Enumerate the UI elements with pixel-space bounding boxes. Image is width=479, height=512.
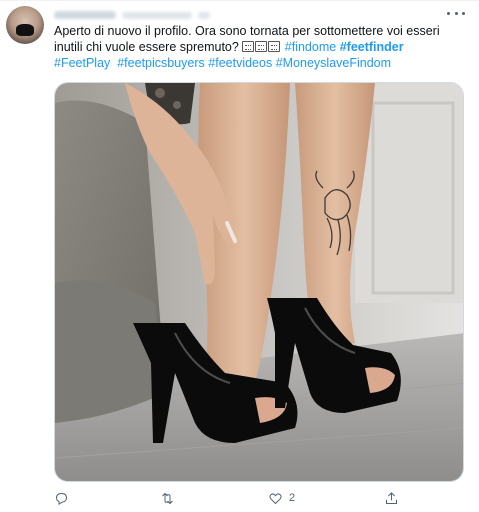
retweet-icon: [162, 492, 173, 504]
tweet-media-photo[interactable]: [54, 82, 464, 482]
tweet-actions: 2: [54, 489, 414, 507]
hashtag-link[interactable]: #feetpicsbuyers: [117, 56, 205, 70]
retweet-button[interactable]: [160, 489, 175, 507]
share-icon: [386, 491, 397, 504]
author-name-blurred[interactable]: [54, 11, 116, 19]
more-horizontal-icon[interactable]: [447, 7, 465, 19]
timestamp-blurred[interactable]: [198, 11, 210, 19]
hashtag-link[interactable]: #feetfinder: [340, 40, 404, 54]
hashtag-link[interactable]: #FeetPlay: [54, 56, 110, 70]
emoji-placeholder-icon: [255, 41, 268, 52]
hashtag-link[interactable]: #feetvideos: [208, 56, 272, 70]
like-count: 2: [289, 492, 296, 504]
reply-button[interactable]: [54, 489, 69, 507]
tweet-header: [54, 8, 210, 22]
emoji-placeholder-icon: [268, 41, 281, 52]
heart-icon: [269, 492, 282, 504]
like-button[interactable]: 2: [268, 489, 295, 507]
hashtag-link[interactable]: #findome: [285, 40, 336, 54]
tweet-card[interactable]: Aperto di nuovo il profilo. Ora sono tor…: [0, 0, 479, 512]
author-handle-blurred[interactable]: [122, 11, 192, 19]
emoji-placeholder-icon: [242, 41, 255, 52]
hashtag-link[interactable]: #MoneyslaveFindom: [276, 56, 391, 70]
tweet-text: Aperto di nuovo il profilo. Ora sono tor…: [54, 23, 464, 71]
reply-icon: [55, 492, 68, 505]
avatar[interactable]: [6, 6, 44, 44]
share-button[interactable]: [384, 489, 399, 507]
